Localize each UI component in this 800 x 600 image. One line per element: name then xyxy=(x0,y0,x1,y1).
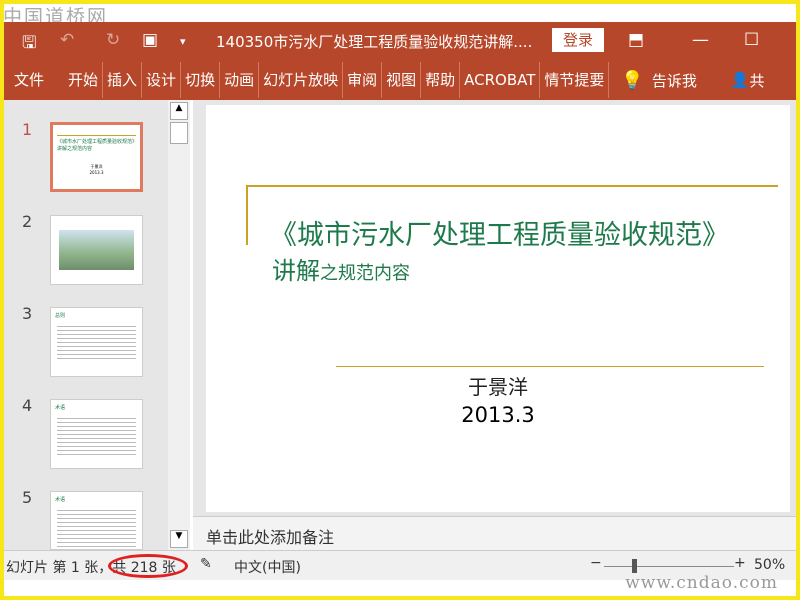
thumb-date: 2013.3 xyxy=(89,170,104,175)
editing-area: 《城市污水厂处理工程质量验收规范》 讲解之规范内容 于景洋 2013.3 单击此… xyxy=(193,100,796,550)
scroll-thumb[interactable] xyxy=(170,122,188,144)
customize-qat-icon[interactable]: ▾ xyxy=(180,35,186,48)
slide-number: 5 xyxy=(22,488,33,507)
ribbon-display-icon[interactable]: ⬒ xyxy=(628,30,644,50)
slide-number: 1 xyxy=(22,120,33,139)
share-label[interactable]: 共 xyxy=(750,70,765,91)
slide-thumbnail-2[interactable] xyxy=(50,215,143,285)
slide-subtitle[interactable]: 讲解之规范内容 xyxy=(272,251,410,286)
tab-transitions[interactable]: 切换 xyxy=(181,62,221,98)
tab-help[interactable]: 帮助 xyxy=(421,62,461,98)
thumb-title: 《城市水厂处理工程质量验收规范》讲解之规范内容 xyxy=(57,135,136,152)
tab-storyboard[interactable]: 情节提要 xyxy=(540,62,610,98)
document-title: 140350市污水厂处理工程质量验收规范讲解.... xyxy=(216,33,533,51)
tab-view[interactable]: 视图 xyxy=(382,62,422,98)
slide-number: 4 xyxy=(22,396,33,415)
slide-thumbnail-4[interactable]: 术语 xyxy=(50,399,143,469)
tab-design[interactable]: 设计 xyxy=(142,62,182,98)
author-rule xyxy=(336,366,764,367)
thumb-heading: 术语 xyxy=(55,497,66,503)
maximize-icon[interactable]: ☐ xyxy=(744,30,759,50)
zoom-slider[interactable] xyxy=(604,566,734,567)
tab-insert[interactable]: 插入 xyxy=(103,62,143,98)
title-bar: 🖫 ↶ ↻ ▣ ▾ 140350市污水厂处理工程质量验收规范讲解.... 登录 … xyxy=(4,22,796,60)
scroll-down-icon[interactable]: ▼ xyxy=(170,530,188,548)
tab-acrobat[interactable]: ACROBAT xyxy=(460,62,541,98)
slideshow-icon[interactable]: ▣ xyxy=(142,30,158,50)
notes-icon[interactable]: ✎ xyxy=(200,556,212,572)
slide-date[interactable]: 2013.3 xyxy=(206,403,790,427)
share-icon[interactable]: 👤 xyxy=(731,71,750,89)
zoom-slider-thumb[interactable] xyxy=(632,559,637,573)
zoom-in-icon[interactable]: + xyxy=(734,555,746,571)
red-circle-annotation xyxy=(108,554,188,578)
minimize-icon[interactable]: — xyxy=(692,30,709,50)
slide-canvas[interactable]: 《城市污水厂处理工程质量验收规范》 讲解之规范内容 于景洋 2013.3 xyxy=(206,105,790,512)
slide-number: 2 xyxy=(22,212,33,231)
slide-thumbnail-1[interactable]: 《城市水厂处理工程质量验收规范》讲解之规范内容 于景洋 2013.3 xyxy=(50,122,143,192)
thumbnail-scrollbar[interactable]: ▲ ▼ xyxy=(168,100,190,550)
watermark-bottom: www.cndao.com xyxy=(625,573,778,593)
zoom-out-icon[interactable]: − xyxy=(590,555,602,571)
slide-author[interactable]: 于景洋 xyxy=(206,371,790,400)
scroll-up-icon[interactable]: ▲ xyxy=(170,102,188,120)
redo-icon[interactable]: ↻ xyxy=(106,30,120,50)
zoom-level[interactable]: 50% xyxy=(754,557,785,573)
thumb-aerial-image xyxy=(59,230,134,270)
subtitle-main: 讲解 xyxy=(272,257,320,285)
tab-file[interactable]: 文件 xyxy=(4,62,64,98)
save-icon[interactable]: 🖫 xyxy=(22,30,36,59)
slide-title[interactable]: 《城市污水厂处理工程质量验收规范》 xyxy=(270,213,729,252)
slide-number: 3 xyxy=(22,304,33,323)
login-button[interactable]: 登录 xyxy=(552,28,604,52)
subtitle-rest: 之规范内容 xyxy=(320,263,410,284)
thumb-text-lines xyxy=(57,323,136,359)
ribbon-tabs: 文件 开始 插入 设计 切换 动画 幻灯片放映 审阅 视图 帮助 ACROBAT… xyxy=(4,60,796,100)
lightbulb-icon: 💡 xyxy=(621,69,644,91)
slide-thumbnail-5[interactable]: 术语 xyxy=(50,491,143,550)
tell-me-search[interactable]: 告诉我 xyxy=(652,70,697,91)
tab-slideshow[interactable]: 幻灯片放映 xyxy=(259,62,344,98)
language-indicator[interactable]: 中文(中国) xyxy=(234,557,301,577)
notes-pane[interactable]: 单击此处添加备注 xyxy=(193,516,796,550)
slide-thumbnail-pane: 1 《城市水厂处理工程质量验收规范》讲解之规范内容 于景洋 2013.3 2 3… xyxy=(4,100,190,550)
undo-icon[interactable]: ↶ xyxy=(60,30,74,50)
thumb-text-lines xyxy=(57,507,136,547)
tab-home[interactable]: 开始 xyxy=(64,62,104,98)
tab-review[interactable]: 审阅 xyxy=(343,62,383,98)
thumb-heading: 总则 xyxy=(55,313,66,319)
tab-animations[interactable]: 动画 xyxy=(220,62,260,98)
thumb-text-lines xyxy=(57,415,136,455)
thumb-heading: 术语 xyxy=(55,405,66,411)
slide-thumbnail-3[interactable]: 总则 xyxy=(50,307,143,377)
